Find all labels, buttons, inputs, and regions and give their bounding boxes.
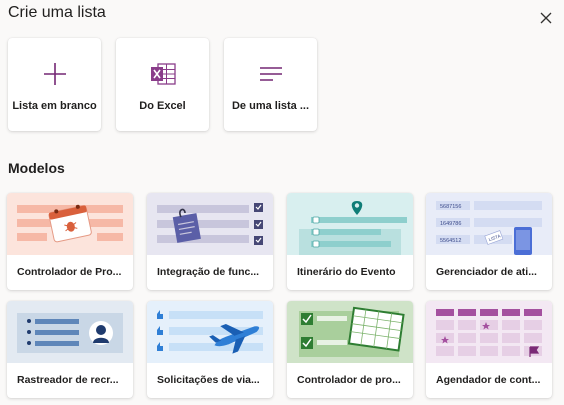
template-label: Agendador de cont... <box>436 374 541 386</box>
asset-number-2: 1649786 <box>440 221 461 227</box>
template-card[interactable]: Rastreador de recr... <box>7 301 133 398</box>
from-existing-list-label: De uma lista ... <box>231 100 310 112</box>
asset-manager-thumbnail: 5687156 1649786 5564512 LISTA <box>426 193 552 255</box>
template-card[interactable]: 5687156 1649786 5564512 LISTA Gerenciado… <box>426 193 552 290</box>
template-label: Itinerário do Evento <box>297 266 396 278</box>
blank-list-label: Lista em branco <box>12 100 97 112</box>
dialog-title: Crie uma lista <box>8 4 106 21</box>
from-excel-button[interactable]: Do Excel <box>116 38 209 131</box>
template-card[interactable]: Controlador de Pro... <box>7 193 133 290</box>
template-card[interactable]: Itinerário do Evento <box>287 193 413 290</box>
blank-list-button[interactable]: Lista em branco <box>8 38 101 131</box>
template-card[interactable]: Solicitações de via... <box>147 301 273 398</box>
excel-icon <box>150 63 176 85</box>
template-label: Gerenciador de ati... <box>436 266 537 278</box>
template-label: Rastreador de recr... <box>17 374 119 386</box>
from-excel-label: Do Excel <box>139 100 186 112</box>
asset-number-1: 5687156 <box>440 204 461 210</box>
event-itinerary-thumbnail <box>287 193 413 255</box>
template-label: Solicitações de via... <box>157 374 260 386</box>
template-label: Integração de func... <box>157 266 260 278</box>
issue-tracker-thumbnail <box>7 193 133 255</box>
plus-icon <box>43 63 66 85</box>
project-tracker-thumbnail <box>287 301 413 363</box>
template-card[interactable]: Agendador de cont... <box>426 301 552 398</box>
template-label: Controlador de Pro... <box>17 266 122 278</box>
travel-requests-thumbnail <box>147 301 273 363</box>
template-label: Controlador de pro... <box>297 374 401 386</box>
onboarding-thumbnail <box>147 193 273 255</box>
list-lines-icon <box>259 67 282 81</box>
asset-number-3: 5564512 <box>440 238 461 244</box>
content-scheduler-thumbnail <box>426 301 552 363</box>
recruitment-thumbnail <box>7 301 133 363</box>
from-existing-list-button[interactable]: De uma lista ... <box>224 38 317 131</box>
templates-heading: Modelos <box>8 160 65 176</box>
close-icon <box>540 12 552 24</box>
template-card[interactable]: Controlador de pro... <box>287 301 413 398</box>
template-card[interactable]: Integração de func... <box>147 193 273 290</box>
close-button[interactable] <box>536 8 556 28</box>
